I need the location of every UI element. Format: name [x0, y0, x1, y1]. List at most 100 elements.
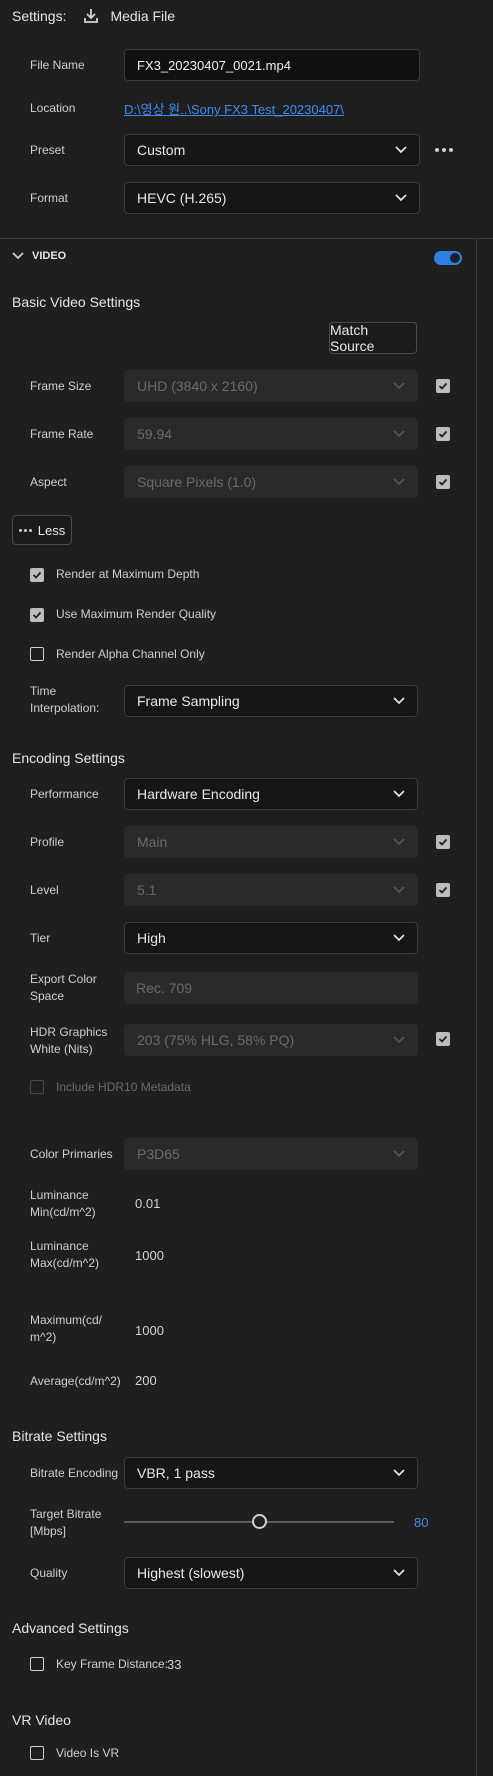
download-icon[interactable]	[82, 7, 100, 25]
preset-label: Preset	[30, 143, 65, 157]
chevron-down-icon	[395, 144, 407, 156]
video-is-vr-checkbox[interactable]	[30, 1746, 44, 1760]
chevron-down-icon	[393, 428, 405, 440]
maximum-line1: Maximum(cd/	[30, 1313, 103, 1327]
quality-select[interactable]: Highest (slowest)	[124, 1557, 418, 1589]
preset-value: Custom	[137, 142, 186, 158]
chevron-down-icon	[393, 476, 405, 488]
video-enable-switch[interactable]	[434, 251, 462, 265]
section-divider	[0, 238, 493, 239]
more-options-icon[interactable]	[435, 145, 455, 155]
render-max-depth-checkbox[interactable]	[30, 568, 44, 582]
match-source-button[interactable]: Match Source	[329, 322, 417, 354]
include-hdr10-checkbox[interactable]	[30, 1080, 44, 1094]
settings-header: Settings: Media File	[12, 0, 175, 32]
export-color-space-select[interactable]: Rec. 709	[124, 972, 418, 1004]
export-color-space-line2: Space	[30, 989, 65, 1003]
render-alpha-checkbox[interactable]	[30, 647, 44, 661]
media-file-label: Media File	[110, 8, 176, 24]
chevron-down-icon	[395, 192, 407, 204]
chevron-down-icon	[393, 380, 405, 392]
color-primaries-select[interactable]: P3D65	[124, 1138, 418, 1170]
chevron-down-icon	[12, 250, 24, 262]
file-name-input[interactable]: FX3_20230407_0021.mp4	[124, 49, 420, 81]
video-section-label: VIDEO	[32, 250, 67, 262]
target-bitrate-line1: Target Bitrate	[30, 1507, 102, 1521]
target-bitrate-label: Target Bitrate [Mbps]	[30, 1506, 101, 1540]
frame-rate-select[interactable]: 59.94	[124, 418, 418, 450]
key-frame-distance-checkbox[interactable]	[30, 1657, 44, 1671]
luminance-max-value[interactable]: 1000	[135, 1248, 164, 1263]
chevron-down-icon	[393, 695, 405, 707]
luminance-min-line2: Min(cd/m^2)	[30, 1205, 96, 1219]
luminance-max-line2: Max(cd/m^2)	[30, 1256, 99, 1270]
aspect-checkbox[interactable]	[436, 475, 450, 489]
render-max-depth-label: Render at Maximum Depth	[56, 567, 200, 581]
time-interp-value: Frame Sampling	[137, 693, 240, 709]
time-interp-label-line1: Time	[30, 684, 57, 698]
slider-thumb[interactable]	[251, 1514, 267, 1529]
color-primaries-label: Color Primaries	[30, 1147, 113, 1161]
level-checkbox[interactable]	[436, 883, 450, 897]
scroll-track[interactable]	[476, 238, 477, 1776]
aspect-value: Square Pixels (1.0)	[137, 474, 257, 490]
quality-label: Quality	[30, 1566, 68, 1580]
average-value[interactable]: 200	[135, 1373, 157, 1388]
level-value: 5.1	[137, 882, 157, 898]
luminance-min-line1: Luminance	[30, 1188, 89, 1202]
location-link[interactable]: D:\영상 원..\Sony FX3 Test_20230407\	[124, 99, 344, 118]
bitrate-encoding-select[interactable]: VBR, 1 pass	[124, 1457, 418, 1489]
luminance-min-value[interactable]: 0.01	[135, 1196, 160, 1211]
luminance-max-label: Luminance Max(cd/m^2)	[30, 1238, 99, 1272]
file-name-value: FX3_20230407_0021.mp4	[137, 57, 291, 73]
use-max-quality-label: Use Maximum Render Quality	[56, 607, 217, 621]
video-section-toggle[interactable]: VIDEO	[12, 250, 66, 262]
tier-value: High	[137, 930, 166, 946]
location-label: Location	[30, 101, 76, 115]
target-bitrate-value[interactable]: 80	[414, 1515, 428, 1530]
performance-select[interactable]: Hardware Encoding	[124, 778, 418, 810]
hdr-graphics-white-checkbox[interactable]	[436, 1032, 450, 1046]
tier-label: Tier	[30, 931, 51, 945]
tier-select[interactable]: High	[124, 922, 418, 954]
advanced-settings-title: Advanced Settings	[12, 1620, 129, 1636]
render-alpha-label: Render Alpha Channel Only	[56, 647, 205, 661]
use-max-quality-checkbox[interactable]	[30, 608, 44, 622]
file-name-label: File Name	[30, 58, 85, 72]
key-frame-distance-label: Key Frame Distance:	[56, 1657, 169, 1671]
profile-select[interactable]: Main	[124, 826, 418, 858]
frame-size-select[interactable]: UHD (3840 x 2160)	[124, 370, 418, 402]
level-label: Level	[30, 883, 59, 897]
export-color-space-value: Rec. 709	[136, 980, 193, 996]
time-interp-label-line2: Interpolation:	[30, 701, 100, 715]
video-is-vr-label: Video Is VR	[56, 1746, 120, 1760]
profile-checkbox[interactable]	[436, 835, 450, 849]
bitrate-settings-title: Bitrate Settings	[12, 1428, 107, 1444]
hdr-graphics-white-line1: HDR Graphics	[30, 1025, 108, 1039]
maximum-value[interactable]: 1000	[135, 1323, 164, 1338]
profile-value: Main	[137, 834, 168, 850]
format-label: Format	[30, 191, 69, 205]
format-select[interactable]: HEVC (H.265)	[124, 182, 420, 214]
target-bitrate-slider[interactable]	[124, 1514, 394, 1530]
hdr-graphics-white-line2: White (Nits)	[30, 1042, 93, 1056]
frame-size-checkbox[interactable]	[436, 379, 450, 393]
preset-select[interactable]: Custom	[124, 134, 420, 166]
quality-value: Highest (slowest)	[137, 1565, 245, 1581]
basic-video-settings-title: Basic Video Settings	[12, 294, 141, 310]
average-label: Average(cd/m^2)	[30, 1374, 121, 1388]
aspect-select[interactable]: Square Pixels (1.0)	[124, 466, 418, 498]
hdr-graphics-white-select[interactable]: 203 (75% HLG, 58% PQ)	[124, 1024, 418, 1056]
frame-rate-value: 59.94	[137, 426, 173, 442]
chevron-down-icon	[393, 1567, 405, 1579]
chevron-down-icon	[393, 1148, 405, 1160]
less-label: Less	[37, 522, 66, 538]
frame-rate-checkbox[interactable]	[436, 427, 450, 441]
level-select[interactable]: 5.1	[124, 874, 418, 906]
include-hdr10-label: Include HDR10 Metadata	[56, 1080, 191, 1094]
time-interp-select[interactable]: Frame Sampling	[124, 685, 418, 717]
export-color-space-label: Export Color Space	[30, 971, 97, 1005]
less-button[interactable]: Less	[12, 515, 72, 545]
key-frame-distance-value[interactable]: 33	[167, 1657, 181, 1672]
vr-video-title: VR Video	[12, 1712, 71, 1728]
